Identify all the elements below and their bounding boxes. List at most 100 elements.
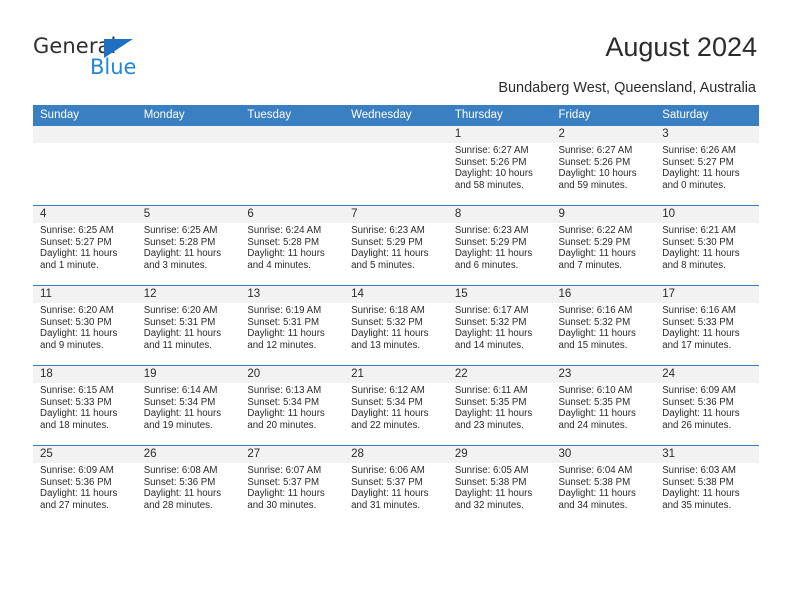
sunset-text: Sunset: 5:30 PM <box>662 236 734 248</box>
daylight-text: Daylight: 11 hours and 13 minutes. <box>351 328 429 351</box>
calendar-day-empty <box>240 126 345 205</box>
calendar-cell[interactable]: 2 Sunrise: 6:27 AM Sunset: 5:26 PM Daylight… <box>551 126 656 206</box>
sunrise-text: Sunrise: 6:21 AM <box>662 225 736 236</box>
calendar-cell[interactable] <box>344 126 448 206</box>
calendar-cell[interactable]: 3 Sunrise: 6:26 AM Sunset: 5:27 PM Daylight… <box>655 126 759 206</box>
calendar-cell[interactable]: 6 Sunrise: 6:24 AM Sunset: 5:28 PM Daylight… <box>240 205 345 286</box>
day-sun-info: Sunrise: 6:27 AM Sunset: 5:26 PM Daylight:… <box>552 143 656 191</box>
calendar-cell[interactable]: 14 Sunrise: 6:18 AM Sunset: 5:32 PM Dayligh… <box>344 285 448 366</box>
sunset-text: Sunset: 5:30 PM <box>40 316 112 328</box>
daylight-text: Daylight: 11 hours and 20 minutes. <box>247 408 325 431</box>
calendar-cell[interactable]: 19 Sunrise: 6:14 AM Sunset: 5:34 PM Dayligh… <box>136 365 241 446</box>
calendar-cell[interactable]: 21 Sunrise: 6:12 AM Sunset: 5:34 PM Dayligh… <box>344 365 448 446</box>
day-sun-info: Sunrise: 6:25 AM Sunset: 5:28 PM Daylight:… <box>137 223 241 271</box>
day-number: 3 <box>655 126 759 143</box>
calendar-cell[interactable]: 30 Sunrise: 6:04 AM Sunset: 5:38 PM Dayligh… <box>551 445 656 525</box>
sunrise-text: Sunrise: 6:13 AM <box>247 385 322 396</box>
calendar-week-row: 4 Sunrise: 6:25 AM Sunset: 5:27 PM Daylight… <box>33 205 759 286</box>
calendar-cell[interactable]: 7 Sunrise: 6:23 AM Sunset: 5:29 PM Daylight… <box>344 205 448 286</box>
calendar-day: 31 Sunrise: 6:03 AM Sunset: 5:38 PM Dayligh… <box>655 446 759 525</box>
day-number: 2 <box>551 126 656 143</box>
day-number: 31 <box>655 446 759 463</box>
day-sun-info: Sunrise: 6:19 AM Sunset: 5:31 PM Daylight:… <box>240 303 344 351</box>
calendar-week-row: 18 Sunrise: 6:15 AM Sunset: 5:33 PM Dayligh… <box>33 365 759 446</box>
calendar-cell[interactable]: 29 Sunrise: 6:05 AM Sunset: 5:38 PM Dayligh… <box>447 445 552 525</box>
calendar-day: 8 Sunrise: 6:23 AM Sunset: 5:29 PM Daylight… <box>447 206 552 285</box>
sunrise-text: Sunrise: 6:25 AM <box>40 225 114 236</box>
calendar-day-empty <box>136 126 241 205</box>
day-sun-info: Sunrise: 6:17 AM Sunset: 5:32 PM Daylight:… <box>448 303 552 351</box>
calendar-cell[interactable]: 26 Sunrise: 6:08 AM Sunset: 5:36 PM Dayligh… <box>136 445 241 525</box>
calendar-cell[interactable] <box>240 126 345 206</box>
day-number: 21 <box>344 366 448 383</box>
weekday-header-sunday: Sunday <box>33 105 137 126</box>
day-sun-info: Sunrise: 6:22 AM Sunset: 5:29 PM Daylight:… <box>552 223 656 271</box>
calendar-cell[interactable]: 16 Sunrise: 6:16 AM Sunset: 5:32 PM Dayligh… <box>551 285 656 366</box>
calendar-cell[interactable]: 5 Sunrise: 6:25 AM Sunset: 5:28 PM Daylight… <box>136 205 241 286</box>
calendar-cell[interactable]: 4 Sunrise: 6:25 AM Sunset: 5:27 PM Daylight… <box>33 205 137 286</box>
sunset-text: Sunset: 5:34 PM <box>351 396 423 408</box>
day-sun-info: Sunrise: 6:24 AM Sunset: 5:28 PM Daylight:… <box>240 223 344 271</box>
day-number: 12 <box>136 286 241 303</box>
calendar-day: 10 Sunrise: 6:21 AM Sunset: 5:30 PM Dayligh… <box>655 206 759 285</box>
calendar-day: 9 Sunrise: 6:22 AM Sunset: 5:29 PM Daylight… <box>551 206 656 285</box>
day-sun-info: Sunrise: 6:04 AM Sunset: 5:38 PM Daylight:… <box>552 463 656 511</box>
daylight-text: Daylight: 11 hours and 35 minutes. <box>662 488 740 511</box>
sunrise-text: Sunrise: 6:20 AM <box>40 305 114 316</box>
day-number: 5 <box>136 206 241 223</box>
daylight-text: Daylight: 11 hours and 26 minutes. <box>662 408 740 431</box>
calendar-cell[interactable]: 18 Sunrise: 6:15 AM Sunset: 5:33 PM Dayligh… <box>33 365 137 446</box>
calendar-cell[interactable]: 22 Sunrise: 6:11 AM Sunset: 5:35 PM Dayligh… <box>447 365 552 446</box>
calendar-day: 11 Sunrise: 6:20 AM Sunset: 5:30 PM Dayligh… <box>33 286 137 365</box>
sunrise-text: Sunrise: 6:23 AM <box>351 225 425 236</box>
day-sun-info: Sunrise: 6:09 AM Sunset: 5:36 PM Daylight:… <box>33 463 137 511</box>
calendar-cell[interactable] <box>33 126 137 206</box>
calendar-cell[interactable]: 12 Sunrise: 6:20 AM Sunset: 5:31 PM Dayligh… <box>136 285 241 366</box>
calendar-cell[interactable]: 13 Sunrise: 6:19 AM Sunset: 5:31 PM Dayligh… <box>240 285 345 366</box>
daylight-text: Daylight: 11 hours and 31 minutes. <box>351 488 429 511</box>
sunset-text: Sunset: 5:32 PM <box>454 316 527 328</box>
calendar-day: 4 Sunrise: 6:25 AM Sunset: 5:27 PM Daylight… <box>33 206 137 285</box>
general-blue-logo[interactable]: General Blue <box>33 34 213 84</box>
sunset-text: Sunset: 5:38 PM <box>558 476 631 488</box>
sunrise-text: Sunrise: 6:11 AM <box>454 385 528 396</box>
calendar-day: 15 Sunrise: 6:17 AM Sunset: 5:32 PM Dayligh… <box>447 286 552 365</box>
page-title: August 2024 <box>605 32 757 62</box>
calendar-cell[interactable]: 1 Sunrise: 6:27 AM Sunset: 5:26 PM Daylight… <box>447 126 552 206</box>
calendar-cell[interactable]: 10 Sunrise: 6:21 AM Sunset: 5:30 PM Dayligh… <box>655 205 759 286</box>
calendar-cell[interactable]: 11 Sunrise: 6:20 AM Sunset: 5:30 PM Dayligh… <box>33 285 137 366</box>
calendar-cell[interactable]: 28 Sunrise: 6:06 AM Sunset: 5:37 PM Dayligh… <box>344 445 448 525</box>
day-sun-info: Sunrise: 6:13 AM Sunset: 5:34 PM Daylight:… <box>240 383 344 431</box>
day-number: 6 <box>240 206 345 223</box>
daylight-text: Daylight: 11 hours and 14 minutes. <box>454 328 533 351</box>
sunset-text: Sunset: 5:34 PM <box>247 396 320 408</box>
sunrise-text: Sunrise: 6:03 AM <box>662 465 736 476</box>
daylight-text: Daylight: 11 hours and 34 minutes. <box>558 488 636 511</box>
calendar-cell[interactable]: 9 Sunrise: 6:22 AM Sunset: 5:29 PM Daylight… <box>551 205 656 286</box>
day-sun-info: Sunrise: 6:09 AM Sunset: 5:36 PM Daylight:… <box>655 383 759 431</box>
calendar-day: 25 Sunrise: 6:09 AM Sunset: 5:36 PM Dayligh… <box>33 446 137 525</box>
calendar-cell[interactable]: 25 Sunrise: 6:09 AM Sunset: 5:36 PM Dayligh… <box>33 445 137 525</box>
day-sun-info: Sunrise: 6:18 AM Sunset: 5:32 PM Daylight:… <box>344 303 448 351</box>
calendar-cell[interactable]: 31 Sunrise: 6:03 AM Sunset: 5:38 PM Dayligh… <box>655 445 759 525</box>
calendar-day: 27 Sunrise: 6:07 AM Sunset: 5:37 PM Dayligh… <box>240 446 345 525</box>
calendar-cell[interactable]: 17 Sunrise: 6:16 AM Sunset: 5:33 PM Dayligh… <box>655 285 759 366</box>
calendar-cell[interactable]: 15 Sunrise: 6:17 AM Sunset: 5:32 PM Dayligh… <box>447 285 552 366</box>
day-number: 24 <box>655 366 759 383</box>
calendar-cell[interactable]: 24 Sunrise: 6:09 AM Sunset: 5:36 PM Dayligh… <box>655 365 759 446</box>
calendar-body: 1 Sunrise: 6:27 AM Sunset: 5:26 PM Daylight… <box>33 126 759 525</box>
calendar-cell[interactable]: 23 Sunrise: 6:10 AM Sunset: 5:35 PM Dayligh… <box>551 365 656 446</box>
sunrise-text: Sunrise: 6:23 AM <box>454 225 529 236</box>
sunset-text: Sunset: 5:32 PM <box>351 316 423 328</box>
calendar-day: 22 Sunrise: 6:11 AM Sunset: 5:35 PM Dayligh… <box>447 366 552 445</box>
daylight-text: Daylight: 11 hours and 0 minutes. <box>662 168 740 191</box>
calendar-cell[interactable]: 8 Sunrise: 6:23 AM Sunset: 5:29 PM Daylight… <box>447 205 552 286</box>
day-sun-info: Sunrise: 6:25 AM Sunset: 5:27 PM Daylight:… <box>33 223 137 271</box>
day-sun-info: Sunrise: 6:16 AM Sunset: 5:33 PM Daylight:… <box>655 303 759 351</box>
calendar-day: 21 Sunrise: 6:12 AM Sunset: 5:34 PM Dayligh… <box>344 366 448 445</box>
calendar-day: 26 Sunrise: 6:08 AM Sunset: 5:36 PM Dayligh… <box>136 446 241 525</box>
calendar-cell[interactable]: 20 Sunrise: 6:13 AM Sunset: 5:34 PM Dayligh… <box>240 365 345 446</box>
calendar-cell[interactable]: 27 Sunrise: 6:07 AM Sunset: 5:37 PM Dayligh… <box>240 445 345 525</box>
day-number: 25 <box>33 446 137 463</box>
calendar-cell[interactable] <box>136 126 241 206</box>
